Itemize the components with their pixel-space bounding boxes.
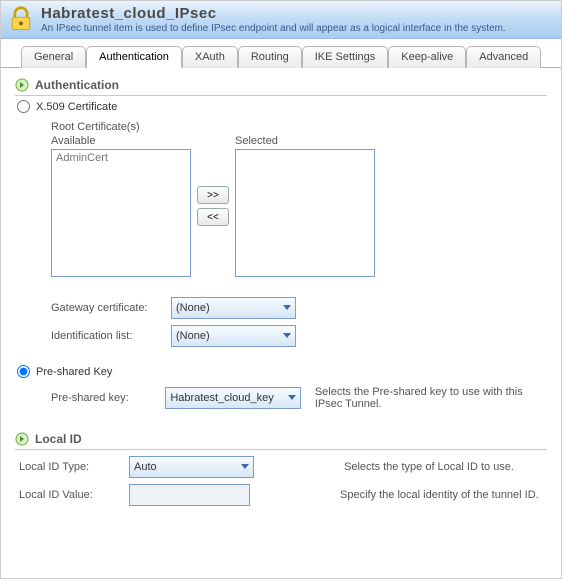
selected-certs-list[interactable] — [235, 149, 375, 277]
gateway-cert-select[interactable]: (None) — [171, 297, 296, 319]
ipsec-config-window: Habratest_cloud_IPsec An IPsec tunnel it… — [0, 0, 562, 579]
ident-list-select[interactable]: (None) — [171, 325, 296, 347]
x509-radio-label: X.509 Certificate — [36, 101, 117, 113]
psk-helper-text: Selects the Pre-shared key to use with t… — [315, 386, 547, 410]
authentication-section-header: Authentication — [15, 78, 547, 96]
localid-value-input[interactable] — [129, 484, 250, 506]
localid-value-label: Local ID Value: — [15, 489, 129, 501]
list-item[interactable]: AdminCert — [56, 152, 186, 164]
page-subtitle: An IPsec tunnel item is used to define I… — [41, 23, 506, 34]
root-cert-label: Root Certificate(s) — [51, 121, 547, 133]
localid-section-header: Local ID — [15, 432, 547, 450]
lock-icon — [7, 5, 35, 33]
tab-authentication[interactable]: Authentication — [86, 46, 182, 68]
arrow-right-icon — [15, 432, 29, 446]
ident-list-label: Identification list: — [51, 330, 171, 342]
psk-radio[interactable] — [17, 365, 30, 378]
tab-xauth[interactable]: XAuth — [182, 46, 238, 68]
window-header: Habratest_cloud_IPsec An IPsec tunnel it… — [1, 1, 561, 39]
localid-type-label: Local ID Type: — [15, 461, 129, 473]
remove-cert-button[interactable]: << — [197, 208, 229, 226]
psk-radio-label: Pre-shared Key — [36, 366, 112, 378]
x509-radio[interactable] — [17, 100, 30, 113]
available-certs-list[interactable]: AdminCert — [51, 149, 191, 277]
tab-routing[interactable]: Routing — [238, 46, 302, 68]
tab-keep-alive[interactable]: Keep-alive — [388, 46, 466, 68]
authentication-section-title: Authentication — [35, 78, 119, 92]
arrow-right-icon — [15, 78, 29, 92]
psk-field-label: Pre-shared key: — [51, 392, 151, 404]
page-title: Habratest_cloud_IPsec — [41, 5, 506, 22]
tab-general[interactable]: General — [21, 46, 86, 68]
add-cert-button[interactable]: >> — [197, 186, 229, 204]
tab-bar: General Authentication XAuth Routing IKE… — [1, 45, 561, 68]
localid-section-title: Local ID — [35, 432, 82, 446]
tab-advanced[interactable]: Advanced — [466, 46, 541, 68]
tab-ike-settings[interactable]: IKE Settings — [302, 46, 389, 68]
localid-type-helper: Selects the type of Local ID to use. — [344, 461, 514, 473]
localid-type-select[interactable]: Auto — [129, 456, 254, 478]
selected-label: Selected — [235, 135, 375, 147]
available-label: Available — [51, 135, 191, 147]
psk-select[interactable]: Habratest_cloud_key — [165, 387, 300, 409]
localid-value-helper: Specify the local identity of the tunnel… — [340, 489, 539, 501]
gateway-cert-label: Gateway certificate: — [51, 302, 171, 314]
